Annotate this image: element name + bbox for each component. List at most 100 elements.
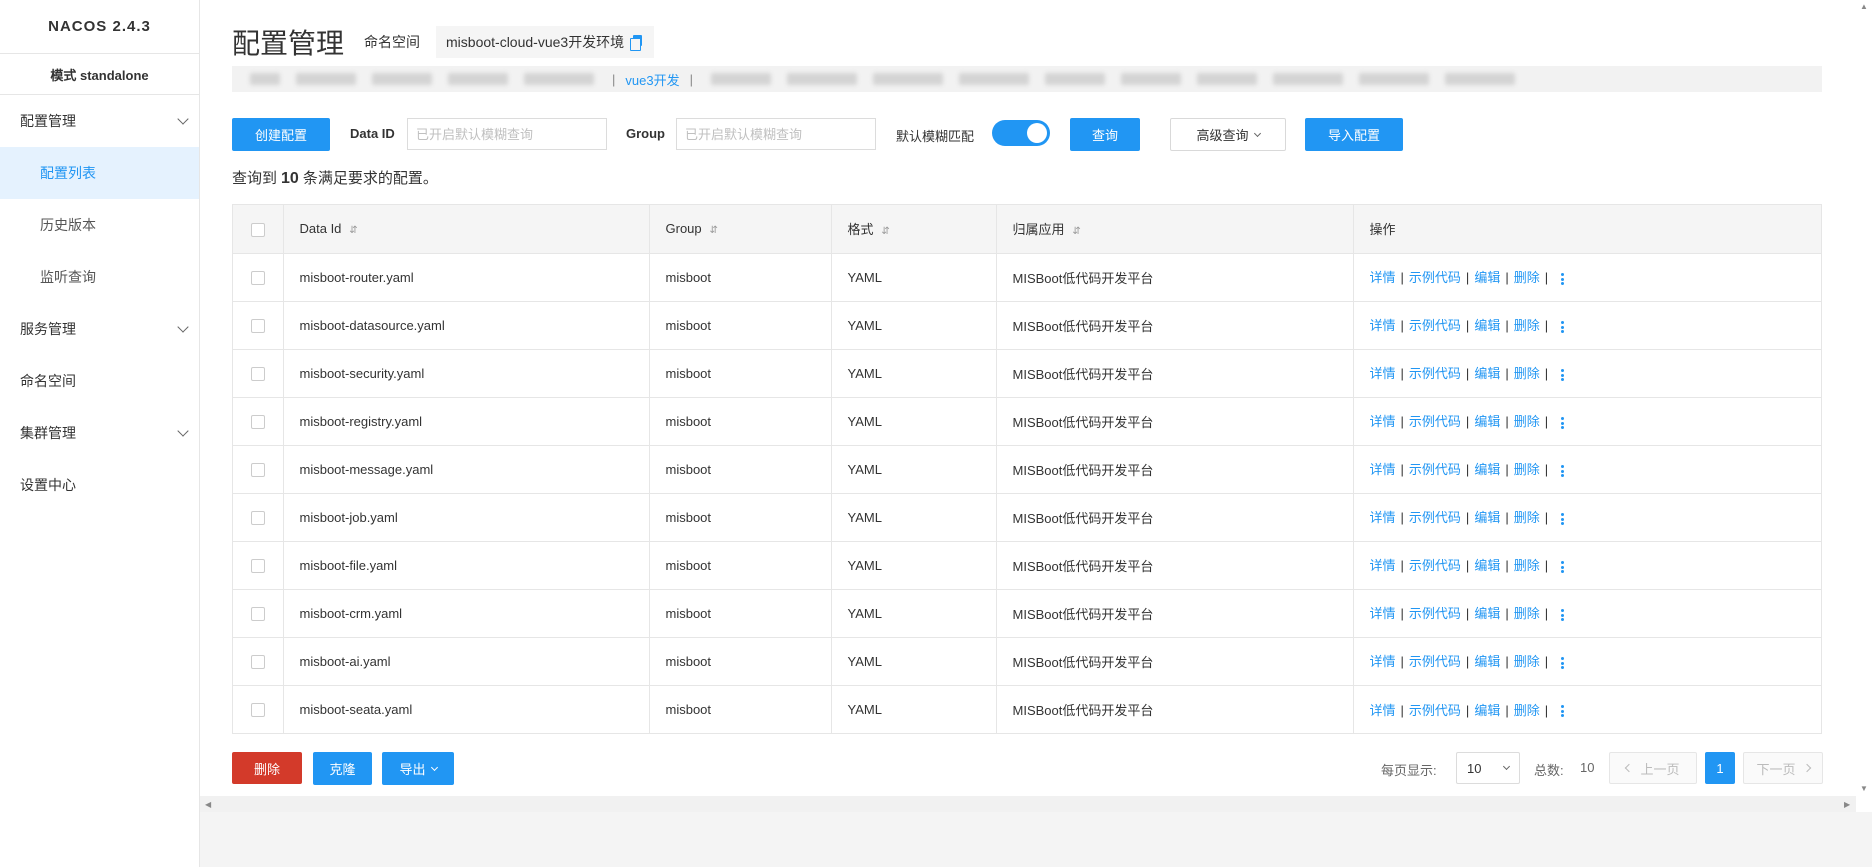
blurred-namespace[interactable] xyxy=(1196,73,1257,85)
row-checkbox[interactable] xyxy=(250,654,265,669)
more-vertical-icon[interactable] xyxy=(1561,560,1565,575)
import-config-button[interactable]: 导入配置 xyxy=(1305,118,1403,151)
op-link-2[interactable]: 编辑 xyxy=(1474,654,1500,669)
batch-delete-button[interactable]: 删除 xyxy=(232,752,302,784)
sort-icon[interactable]: ⇵ xyxy=(349,225,357,236)
scroll-down-icon[interactable]: ▼ xyxy=(1860,784,1868,793)
blurred-namespace[interactable] xyxy=(1272,73,1343,85)
sidebar-group-service[interactable]: 服务管理 xyxy=(0,303,199,355)
sidebar-item-history[interactable]: 历史版本 xyxy=(0,199,199,251)
op-link-1[interactable]: 示例代码 xyxy=(1409,318,1461,333)
blurred-namespace[interactable] xyxy=(448,73,508,85)
more-vertical-icon[interactable] xyxy=(1561,272,1565,287)
dataid-input[interactable] xyxy=(407,118,607,150)
op-link-1[interactable]: 示例代码 xyxy=(1409,366,1461,381)
op-link-1[interactable]: 示例代码 xyxy=(1409,270,1461,285)
op-link-0[interactable]: 详情 xyxy=(1370,318,1396,333)
blurred-namespace[interactable] xyxy=(372,73,432,85)
row-checkbox[interactable] xyxy=(250,318,265,333)
op-link-0[interactable]: 详情 xyxy=(1370,606,1396,621)
op-link-3[interactable]: 删除 xyxy=(1514,462,1540,477)
sort-icon[interactable]: ⇵ xyxy=(710,225,718,236)
op-link-1[interactable]: 示例代码 xyxy=(1409,558,1461,573)
row-checkbox[interactable] xyxy=(250,510,265,525)
column-header-app[interactable]: 归属应用 ⇵ xyxy=(996,205,1354,254)
blurred-namespace[interactable] xyxy=(958,73,1029,85)
op-link-1[interactable]: 示例代码 xyxy=(1409,462,1461,477)
vertical-scrollbar[interactable]: ▲ ▼ xyxy=(1856,0,1872,796)
more-vertical-icon[interactable] xyxy=(1561,464,1565,479)
op-link-2[interactable]: 编辑 xyxy=(1474,318,1500,333)
op-link-0[interactable]: 详情 xyxy=(1370,270,1396,285)
sort-icon[interactable]: ⇵ xyxy=(882,226,890,237)
op-link-2[interactable]: 编辑 xyxy=(1474,606,1500,621)
op-link-0[interactable]: 详情 xyxy=(1370,366,1396,381)
group-input[interactable] xyxy=(676,118,876,150)
op-link-0[interactable]: 详情 xyxy=(1370,558,1396,573)
op-link-1[interactable]: 示例代码 xyxy=(1409,510,1461,525)
op-link-2[interactable]: 编辑 xyxy=(1474,462,1500,477)
more-vertical-icon[interactable] xyxy=(1561,704,1565,719)
fuzzy-match-toggle[interactable] xyxy=(992,120,1050,146)
blurred-namespace[interactable] xyxy=(786,73,857,85)
blurred-namespace[interactable] xyxy=(1444,73,1515,85)
page-number-current[interactable]: 1 xyxy=(1705,752,1735,784)
export-dropdown[interactable]: 导出 xyxy=(382,752,454,785)
sort-icon[interactable]: ⇵ xyxy=(1073,226,1081,237)
more-vertical-icon[interactable] xyxy=(1561,368,1565,383)
next-page-button[interactable]: 下一页 xyxy=(1743,752,1823,784)
sidebar-group-cluster[interactable]: 集群管理 xyxy=(0,407,199,459)
blurred-namespace[interactable] xyxy=(710,73,771,85)
op-link-0[interactable]: 详情 xyxy=(1370,414,1396,429)
op-link-3[interactable]: 删除 xyxy=(1514,703,1540,718)
blurred-namespace[interactable] xyxy=(872,73,943,85)
op-link-1[interactable]: 示例代码 xyxy=(1409,414,1461,429)
advanced-query-dropdown[interactable]: 高级查询 xyxy=(1170,118,1286,151)
op-link-0[interactable]: 详情 xyxy=(1370,462,1396,477)
op-link-1[interactable]: 示例代码 xyxy=(1409,703,1461,718)
op-link-3[interactable]: 删除 xyxy=(1514,606,1540,621)
op-link-3[interactable]: 删除 xyxy=(1514,654,1540,669)
clone-button[interactable]: 克隆 xyxy=(313,752,372,785)
op-link-3[interactable]: 删除 xyxy=(1514,414,1540,429)
op-link-2[interactable]: 编辑 xyxy=(1474,366,1500,381)
op-link-0[interactable]: 详情 xyxy=(1370,703,1396,718)
row-checkbox[interactable] xyxy=(250,366,265,381)
horizontal-scrollbar[interactable]: ◀ ▶ xyxy=(200,796,1856,812)
scroll-right-icon[interactable]: ▶ xyxy=(1844,800,1850,809)
blurred-namespace[interactable] xyxy=(1120,73,1181,85)
namespace-link-active[interactable]: vue3开发 xyxy=(625,70,679,89)
op-link-0[interactable]: 详情 xyxy=(1370,510,1396,525)
op-link-2[interactable]: 编辑 xyxy=(1474,414,1500,429)
column-header-format[interactable]: 格式 ⇵ xyxy=(831,205,997,254)
blurred-namespace[interactable] xyxy=(524,73,594,85)
column-header-group[interactable]: Group ⇵ xyxy=(649,205,832,254)
sidebar-item-config-list[interactable]: 配置列表 xyxy=(0,147,199,199)
copy-icon[interactable] xyxy=(630,35,644,51)
blurred-namespace[interactable] xyxy=(296,73,356,85)
scroll-up-icon[interactable]: ▲ xyxy=(1860,2,1868,11)
row-checkbox[interactable] xyxy=(250,462,265,477)
op-link-1[interactable]: 示例代码 xyxy=(1409,606,1461,621)
page-size-select[interactable]: 10 xyxy=(1456,752,1520,784)
op-link-3[interactable]: 删除 xyxy=(1514,558,1540,573)
more-vertical-icon[interactable] xyxy=(1561,656,1565,671)
more-vertical-icon[interactable] xyxy=(1561,608,1565,623)
sidebar-group-config[interactable]: 配置管理 xyxy=(0,95,199,147)
query-button[interactable]: 查询 xyxy=(1070,118,1140,151)
row-checkbox[interactable] xyxy=(250,558,265,573)
select-all-checkbox[interactable] xyxy=(250,222,265,237)
sidebar-item-namespace[interactable]: 命名空间 xyxy=(0,355,199,407)
op-link-3[interactable]: 删除 xyxy=(1514,366,1540,381)
op-link-3[interactable]: 删除 xyxy=(1514,270,1540,285)
column-header-dataid[interactable]: Data Id ⇵ xyxy=(283,205,650,254)
row-checkbox[interactable] xyxy=(250,606,265,621)
op-link-2[interactable]: 编辑 xyxy=(1474,703,1500,718)
more-vertical-icon[interactable] xyxy=(1561,512,1565,527)
row-checkbox[interactable] xyxy=(250,703,265,718)
more-vertical-icon[interactable] xyxy=(1561,416,1565,431)
blurred-namespace[interactable] xyxy=(1358,73,1429,85)
row-checkbox[interactable] xyxy=(250,414,265,429)
op-link-0[interactable]: 详情 xyxy=(1370,654,1396,669)
sidebar-item-listener[interactable]: 监听查询 xyxy=(0,251,199,303)
